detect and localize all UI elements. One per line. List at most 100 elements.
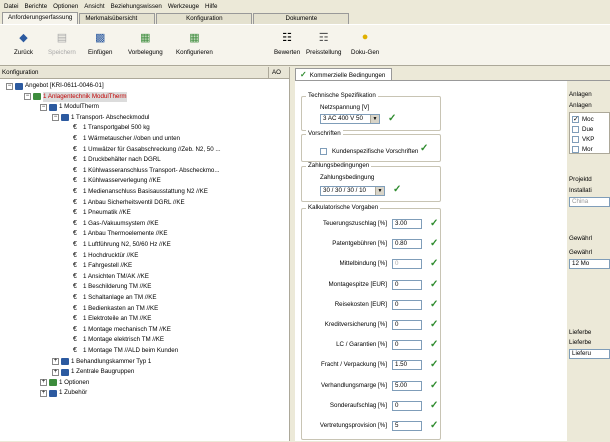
- tree-node[interactable]: €1 Hochdrucktür //KE: [64, 251, 138, 261]
- euro-icon: €: [73, 347, 77, 354]
- liefer-select[interactable]: Lieferu: [569, 349, 610, 359]
- kalk-input[interactable]: 0: [392, 320, 422, 330]
- installation-label: Installati: [569, 187, 592, 194]
- liefer-title: Lieferbe: [569, 329, 592, 336]
- tree-node-label: 1 Anbau Thermoelemente //KE: [83, 230, 168, 238]
- kalk-input[interactable]: 3.00: [392, 219, 422, 229]
- group-title: Technische Spezifikation: [306, 92, 378, 99]
- chevron-down-icon[interactable]: ▼: [375, 187, 384, 195]
- tree-node[interactable]: €1 Beschilderung TM //KE: [64, 282, 151, 292]
- tree-node[interactable]: €1 Kühlwasserverlegung //KE: [64, 176, 161, 186]
- module-icon: [33, 93, 41, 101]
- menu-optionen[interactable]: Optionen: [53, 3, 78, 10]
- tree-node[interactable]: €1 Pneumatik //KE: [64, 208, 131, 218]
- tree-node[interactable]: €1 Druckbehälter nach DGRL: [64, 155, 161, 165]
- back-icon: ◆: [19, 31, 28, 44]
- option-checkbox[interactable]: [572, 136, 579, 143]
- tree-node[interactable]: €1 Montage TM //ALD beim Kunden: [64, 346, 178, 356]
- expand-toggle-icon[interactable]: +: [40, 379, 47, 387]
- expand-toggle-icon[interactable]: −: [40, 103, 47, 111]
- menu-ansicht[interactable]: Ansicht: [84, 3, 104, 10]
- expand-toggle-icon[interactable]: −: [24, 93, 31, 101]
- back-button[interactable]: ◆ Zurück: [14, 28, 33, 64]
- tree-node[interactable]: €1 Anbau Sicherheitsventil DGRL //KE: [64, 198, 185, 208]
- tree-node[interactable]: €1 Montage elektrisch TM //KE: [64, 335, 164, 345]
- kundenspezifische-vorschriften-checkbox[interactable]: [320, 148, 327, 155]
- kalk-input[interactable]: 0: [392, 279, 422, 290]
- tab-anforderungserfassung[interactable]: Anforderungserfassung: [2, 12, 79, 24]
- tree-node[interactable]: €1 Wärmetauscher //oben und unten: [64, 134, 180, 144]
- conditions-content: Technische Spezifikation Netzspannung [V…: [295, 80, 610, 442]
- euro-icon: €: [73, 241, 77, 248]
- option-checkbox[interactable]: [572, 126, 579, 133]
- netzspannung-select[interactable]: 3 AC 400 V 50 ▼: [320, 114, 380, 124]
- tree-node[interactable]: €1 Ansichten TM/AK //KE: [64, 272, 149, 282]
- tree-node[interactable]: €1 Transportgabel 500 kg: [64, 123, 150, 133]
- tree-node[interactable]: €1 Bedienkasten an TM //KE: [64, 304, 158, 314]
- check-icon: ✓: [430, 298, 439, 310]
- preset-button[interactable]: ▦ Vorbelegung: [128, 28, 163, 64]
- check-icon: ✓: [430, 258, 439, 270]
- euro-icon: €: [73, 188, 77, 195]
- tree-node[interactable]: €1 Fahrgestell //KE: [64, 261, 132, 271]
- tree-node[interactable]: €1 Montage mechanisch TM //KE: [64, 325, 171, 335]
- menu-hilfe[interactable]: Hilfe: [205, 3, 217, 10]
- kalk-input[interactable]: 0: [392, 340, 422, 351]
- tree-node[interactable]: +1 Optionen: [40, 378, 89, 388]
- tree-node[interactable]: €1 Elektroteile an TM //KE: [64, 314, 151, 324]
- evaluate-button[interactable]: ☷ Bewerten: [274, 28, 300, 64]
- menu-beziehungswissen[interactable]: Beziehungswissen: [111, 3, 162, 10]
- tree-node[interactable]: − 1 Transport- Abscheckmodul: [52, 113, 149, 123]
- menu-berichte[interactable]: Berichte: [24, 3, 47, 10]
- tree-node[interactable]: − 1 Anlagentechnik ModulTherm: [24, 91, 127, 102]
- kalk-input[interactable]: 5: [392, 421, 422, 431]
- docgen-button[interactable]: ● Doku-Gen: [351, 28, 379, 64]
- tree-node[interactable]: €1 Anbau Thermoelemente //KE: [64, 229, 168, 239]
- installation-field[interactable]: China: [569, 197, 610, 207]
- menu-werkzeuge[interactable]: Werkzeuge: [168, 3, 199, 10]
- expand-toggle-icon[interactable]: +: [52, 368, 59, 376]
- expand-toggle-icon[interactable]: −: [6, 82, 13, 90]
- expand-toggle-icon[interactable]: −: [52, 114, 59, 122]
- tree-node-label: 1 Elektroteile an TM //KE: [83, 315, 152, 323]
- tab-konfiguration[interactable]: Konfiguration: [156, 13, 253, 24]
- tree-node[interactable]: +1 Behandlungskammer Typ 1: [52, 357, 151, 367]
- insert-icon: ▩: [95, 31, 106, 44]
- expand-toggle-icon[interactable]: +: [40, 389, 47, 397]
- kalk-input[interactable]: 1.50: [392, 360, 422, 371]
- kalk-input[interactable]: 5.00: [392, 380, 422, 391]
- option-checkbox[interactable]: [572, 146, 579, 153]
- tab-kommerzielle-bedingungen[interactable]: ✓ Kommerzielle Bedingungen: [295, 68, 393, 80]
- save-button[interactable]: ▤ Speichern: [48, 28, 76, 64]
- menu-datei[interactable]: Datei: [4, 3, 18, 10]
- tree-node[interactable]: €1 Luftführung N2, 50/60 Hz //KE: [64, 240, 171, 250]
- chevron-down-icon[interactable]: ▼: [370, 115, 379, 123]
- zahlungsbedingung-select[interactable]: 30 / 30 / 30 / 10 ▼: [320, 186, 385, 196]
- tree-node[interactable]: +1 Zubehör: [40, 388, 87, 398]
- group-technische-spezifikation: Technische Spezifikation Netzspannung [V…: [301, 92, 441, 131]
- tree-node[interactable]: €1 Kühlwasseranschluss Transport- Absche…: [64, 166, 220, 176]
- tab-dokumente[interactable]: Dokumente: [253, 13, 350, 24]
- kalk-input[interactable]: 0.80: [392, 239, 422, 250]
- insert-button[interactable]: ▩ Einfügen: [88, 28, 112, 64]
- euro-icon: €: [73, 124, 77, 132]
- module-icon: [49, 389, 57, 397]
- kalk-input[interactable]: 0: [392, 299, 422, 310]
- tree-node[interactable]: €1 Umwälzer für Gasabschreckung //Zeb. N…: [64, 145, 221, 155]
- expand-toggle-icon[interactable]: +: [52, 358, 59, 366]
- configure-button[interactable]: ▦ Konfigurieren: [176, 28, 213, 64]
- kalk-input[interactable]: 0: [392, 400, 422, 411]
- tab-merkmalsuebersicht[interactable]: Merkmalsübersicht: [79, 13, 156, 24]
- tree-node[interactable]: €1 Schaltanlage an TM //KE: [64, 293, 157, 303]
- tree-node[interactable]: − 1 ModulTherm: [40, 102, 99, 112]
- tree-node[interactable]: €1 Gas-/Vakuumsystem //KE: [64, 219, 159, 229]
- kalk-input[interactable]: 0: [392, 259, 422, 270]
- option-checkbox[interactable]: ✓: [572, 116, 579, 123]
- gewahr-select[interactable]: 12 Mo: [569, 259, 610, 269]
- check-icon: ✓: [388, 113, 397, 124]
- pricing-button[interactable]: ☶ Preisstellung: [306, 28, 341, 64]
- euro-icon: €: [73, 230, 77, 238]
- tree-node[interactable]: +1 Zentrale Baugruppen: [52, 367, 134, 377]
- tree-node[interactable]: €1 Medienanschluss Basisausstattung N2 /…: [64, 187, 208, 197]
- tree-node[interactable]: − Angebot [KRI-0611-0046-01]: [6, 81, 104, 91]
